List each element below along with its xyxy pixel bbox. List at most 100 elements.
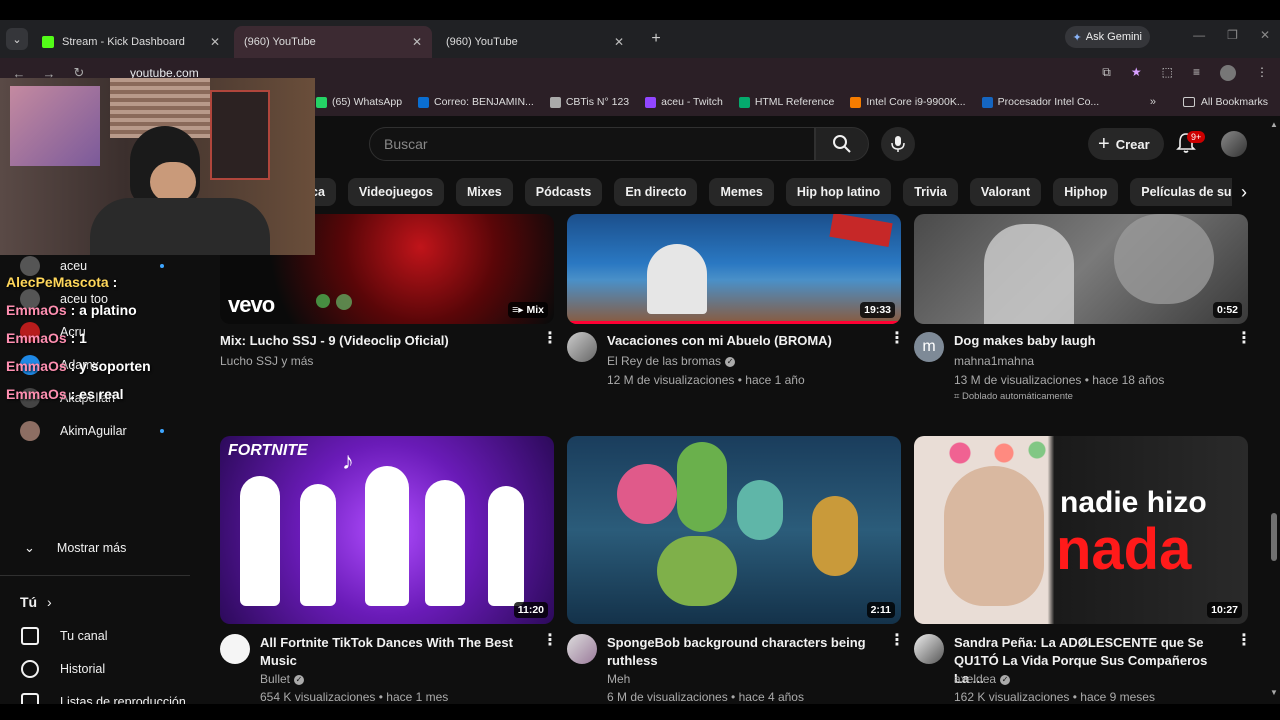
chat-text: 1 — [79, 330, 87, 346]
channel-avatar[interactable] — [567, 332, 597, 362]
new-content-dot — [160, 263, 164, 268]
video-thumbnail[interactable]: nadie hizo nada 10:27 — [914, 436, 1248, 624]
chat-username: EmmaOs — [6, 386, 67, 402]
toolbar-actions: ⧉ ★ ⬚ ≡ ⋮ — [1102, 65, 1268, 81]
chat-separator: : — [66, 358, 80, 374]
channel-avatar[interactable]: m — [914, 332, 944, 362]
bookmark-item[interactable]: Procesador Intel Co... — [981, 96, 1099, 108]
video-title[interactable]: Mix: Lucho SSJ - 9 (Videoclip Oficial) — [220, 332, 490, 350]
video-thumbnail[interactable]: 0:52 — [914, 214, 1248, 324]
thumbnail-overlay-text: nadie hizo — [1060, 486, 1207, 519]
video-channel[interactable]: Bullet ✓ — [260, 672, 305, 686]
verified-icon: ✓ — [294, 674, 305, 685]
scroll-up-icon[interactable]: ▲ — [1270, 120, 1278, 129]
bookmark-item[interactable]: (65) WhatsApp — [316, 96, 402, 108]
close-icon[interactable]: ✕ — [210, 35, 220, 49]
fortnite-logo: FORTNITE — [228, 442, 308, 459]
category-chip[interactable]: Mixes — [456, 178, 513, 206]
video-thumbnail[interactable]: 19:33 — [567, 214, 901, 324]
more-actions-icon[interactable]: ⋮ — [889, 633, 905, 649]
minimize-icon[interactable]: — — [1193, 28, 1205, 42]
voice-search-button[interactable] — [881, 127, 915, 161]
more-actions-icon[interactable]: ⋮ — [889, 331, 905, 347]
video-title[interactable]: Dog makes baby laugh — [954, 332, 1224, 350]
media-icon[interactable]: ≡ — [1193, 65, 1200, 81]
tab-youtube[interactable]: (960) YouTube ✕ — [436, 26, 634, 154]
category-chip[interactable]: Valorant — [969, 178, 1042, 206]
scrollbar-thumb[interactable] — [1271, 513, 1277, 561]
menu-kebab-icon[interactable]: ⋮ — [1256, 65, 1268, 81]
channel-avatar[interactable] — [567, 634, 597, 664]
folder-icon — [1182, 97, 1195, 107]
video-stats: 6 M de visualizaciones • hace 4 años — [607, 690, 804, 704]
extensions-icon[interactable]: ⬚ — [1162, 65, 1173, 81]
video-channel[interactable]: mahna1mahna — [954, 354, 1034, 368]
tiktok-logo-icon: ♪ — [342, 448, 354, 475]
bookmark-item[interactable]: Intel Core i9-9900K... — [850, 96, 966, 108]
more-actions-icon[interactable]: ⋮ — [542, 633, 558, 649]
sidebar-item-your-channel[interactable]: Tu canal — [0, 619, 190, 652]
video-thumbnail[interactable]: FORTNITE ♪ 11:20 — [220, 436, 554, 624]
video-channel[interactable]: Meh — [607, 672, 630, 686]
sidebar-item-history[interactable]: Historial — [0, 652, 190, 685]
install-icon[interactable]: ⧉ — [1102, 65, 1111, 81]
channel-avatar[interactable] — [220, 634, 250, 664]
bookmark-item[interactable]: HTML Reference — [738, 96, 834, 108]
bookmark-item[interactable]: CBTis N° 123 — [549, 96, 629, 108]
page-scrollbar[interactable]: ▲ ▼ — [1268, 116, 1280, 704]
account-avatar[interactable] — [1221, 131, 1247, 157]
category-chip[interactable]: En directo — [614, 178, 698, 206]
create-button[interactable]: + Crear — [1088, 128, 1164, 160]
category-chip[interactable]: Trivia — [903, 178, 958, 206]
search-button[interactable] — [815, 127, 869, 161]
chat-username: EmmaOs — [6, 358, 67, 374]
category-chip[interactable]: Hip hop latino — [785, 178, 892, 206]
show-more-button[interactable]: ⌄ Mostrar más — [0, 531, 190, 564]
maximize-icon[interactable]: ❐ — [1227, 28, 1238, 42]
chevron-right-icon[interactable]: › — [1232, 178, 1256, 206]
video-channel[interactable]: Lucho SSJ y más — [220, 354, 313, 368]
profile-avatar[interactable] — [1220, 65, 1236, 81]
scroll-down-icon[interactable]: ▼ — [1270, 688, 1278, 697]
category-chip[interactable]: Pódcasts — [524, 178, 603, 206]
video-channel[interactable]: axeldea ✓ — [954, 672, 1011, 686]
video-channel[interactable]: El Rey de las bromas ✓ — [607, 354, 736, 368]
all-bookmarks-button[interactable]: All Bookmarks — [1182, 96, 1268, 108]
you-section-header[interactable]: Tú › — [20, 594, 52, 610]
category-chip[interactable]: Memes — [709, 178, 774, 206]
more-actions-icon[interactable]: ⋮ — [1236, 331, 1252, 347]
sidebar-divider — [0, 575, 190, 576]
search-input[interactable]: Buscar — [369, 127, 815, 161]
bookmark-item[interactable]: aceu - Twitch — [645, 96, 723, 108]
microphone-icon — [891, 136, 905, 152]
video-thumbnail[interactable]: 2:11 — [567, 436, 901, 624]
tab-youtube-active[interactable]: (960) YouTube ✕ — [234, 26, 432, 154]
fish-character — [737, 480, 783, 540]
video-title[interactable]: SpongeBob background characters being ru… — [607, 634, 877, 670]
close-icon[interactable]: ✕ — [614, 35, 624, 49]
bookmark-item[interactable]: Correo: BENJAMIN... — [418, 96, 534, 108]
thumbnail-banner — [829, 214, 893, 248]
sidebar-item-playlists[interactable]: Listas de reproducción — [0, 685, 190, 704]
close-window-icon[interactable]: ✕ — [1260, 28, 1270, 42]
channel-name: Bullet — [260, 672, 291, 686]
more-actions-icon[interactable]: ⋮ — [542, 331, 558, 347]
chat-message: EmmaOs : es real — [6, 380, 206, 408]
new-tab-button[interactable]: + — [644, 27, 668, 51]
more-actions-icon[interactable]: ⋮ — [1236, 633, 1252, 649]
video-title[interactable]: All Fortnite TikTok Dances With The Best… — [260, 634, 530, 670]
category-chip[interactable]: Videojuegos — [347, 178, 444, 206]
dubbed-text: Doblado automáticamente — [962, 391, 1073, 402]
ask-gemini-button[interactable]: ✦ Ask Gemini — [1064, 26, 1150, 48]
tab-kick[interactable]: Stream - Kick Dashboard ✕ — [32, 26, 230, 58]
sidebar-channel-item[interactable]: AkimAguilar — [0, 414, 190, 447]
category-chip[interactable]: Hiphop — [1053, 178, 1119, 206]
channel-avatar[interactable] — [914, 634, 944, 664]
bookmark-star-icon[interactable]: ★ — [1131, 65, 1142, 81]
bookmarks-overflow-icon[interactable]: » — [1150, 96, 1156, 108]
you-header-label: Tú — [20, 594, 38, 610]
video-title[interactable]: Vacaciones con mi Abuelo (BROMA) — [607, 332, 877, 350]
close-icon[interactable]: ✕ — [412, 35, 422, 49]
tab-search-chevron-icon[interactable]: ⌄ — [6, 28, 28, 50]
mix-label: Mix — [526, 304, 544, 316]
